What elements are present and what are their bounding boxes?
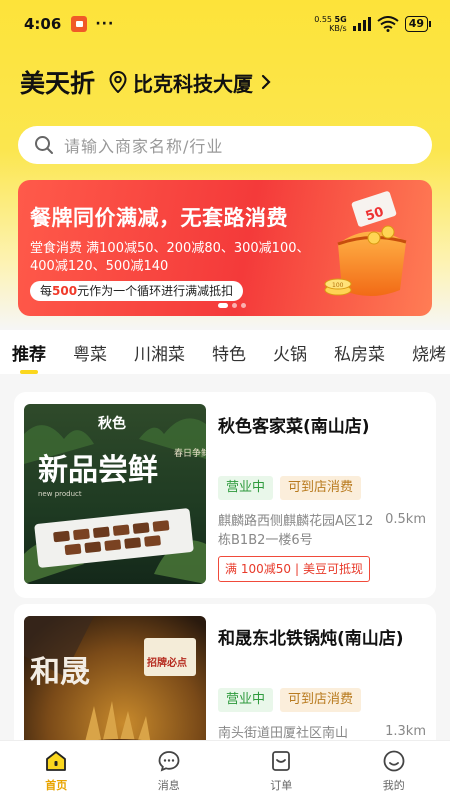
search-input[interactable]: 请输入商家名称/行业 xyxy=(64,133,223,157)
message-icon xyxy=(158,751,180,772)
location-pin-icon xyxy=(109,71,127,93)
banner-title: 餐牌同价满减，无套路消费 xyxy=(30,206,288,230)
banner-offer-text-2: 400减120、500减140 xyxy=(30,259,169,274)
promo-separator: | xyxy=(295,562,300,576)
image-brand-text: 秋色 xyxy=(98,415,126,432)
pill-number: 500 xyxy=(52,284,78,298)
shop-address: 麒麟路西侧麒麟花园A区12栋B1B2一楼6号 xyxy=(218,514,374,548)
tab-bbq[interactable]: 烧烤 xyxy=(412,340,446,365)
order-icon xyxy=(272,751,291,771)
location-selector[interactable]: 比克科技大厦 xyxy=(109,68,271,97)
status-badge-open: 营业中 xyxy=(218,476,274,500)
app-header: 美天折 比克科技大厦 xyxy=(20,60,430,104)
image-brand-text: 和晟 xyxy=(30,655,90,690)
status-badge-open: 营业中 xyxy=(218,688,274,712)
tab-sichuan-hunan[interactable]: 川湘菜 xyxy=(134,340,185,365)
promo-beans: 美豆可抵现 xyxy=(303,562,364,576)
search-bar[interactable]: 请输入商家名称/行业 xyxy=(18,126,432,164)
banner-pill: 每500元作为一个循环进行满减抵扣 xyxy=(30,281,244,301)
net-speed-value: 0.55 xyxy=(314,15,332,24)
image-new-text: new product xyxy=(38,490,82,498)
shop-distance: 0.5km xyxy=(385,512,426,527)
profile-icon xyxy=(383,750,405,772)
image-headline-text: 新品尝鲜 xyxy=(38,453,158,488)
banner-offer-line-1: 堂食消费 满100减50、200减80、300减100、 xyxy=(30,237,310,256)
chevron-right-icon xyxy=(261,74,271,90)
more-notifications-indicator: ··· xyxy=(95,16,115,32)
net-speed-unit: KB/s xyxy=(329,24,347,33)
shop-distance: 1.3km xyxy=(385,724,426,739)
tab-private-kitchen[interactable]: 私房菜 xyxy=(334,340,385,365)
wifi-icon xyxy=(377,16,399,32)
nav-home[interactable]: 首页 xyxy=(0,741,113,800)
shop-name: 和晟东北铁锅炖(南山店) xyxy=(218,629,404,649)
promo-banner[interactable]: 餐牌同价满减，无套路消费 堂食消费 满100减50、200减80、300减100… xyxy=(18,180,432,316)
network-speed: 0.55 5G KB/s xyxy=(314,15,347,33)
shop-name: 秋色客家菜(南山店) xyxy=(218,417,370,437)
nav-profile-label: 我的 xyxy=(382,779,405,792)
status-bar: 4:06 ··· 0.55 5G KB/s 49 xyxy=(0,0,450,48)
banner-pagination xyxy=(218,303,246,308)
shop-image: 秋色 新品尝鲜 春日争鲜 new product xyxy=(24,404,206,584)
pill-prefix: 每 xyxy=(40,284,53,298)
shop-photo: 秋色 新品尝鲜 春日争鲜 new product xyxy=(24,404,206,584)
home-icon xyxy=(46,751,67,771)
dine-in-badge: 可到店消费 xyxy=(280,688,362,712)
dine-in-badge: 可到店消费 xyxy=(280,476,362,500)
image-sub-text: 春日争鲜 xyxy=(174,447,206,459)
nav-orders[interactable]: 订单 xyxy=(225,741,338,800)
tab-specialty[interactable]: 特色 xyxy=(212,340,246,365)
screen-record-icon xyxy=(71,16,88,32)
nav-profile[interactable]: 我的 xyxy=(338,741,450,800)
banner-offer-text-1: 满100减50、200减80、300减100、 xyxy=(86,241,310,256)
signal-icon xyxy=(352,17,371,31)
bottom-nav: 首页 消息 订单 我的 xyxy=(0,740,450,800)
nav-home-label: 首页 xyxy=(45,779,68,792)
tab-recommend[interactable]: 推荐 xyxy=(12,340,46,365)
status-time: 4:06 xyxy=(24,15,62,33)
app-title: 美天折 xyxy=(20,69,96,98)
tab-hotpot[interactable]: 火锅 xyxy=(273,340,307,365)
coin-value-2: 100 xyxy=(332,282,344,289)
banner-label: 堂食消费 xyxy=(30,241,83,256)
location-name: 比克科技大厦 xyxy=(133,71,254,96)
network-type: 5G xyxy=(334,15,347,24)
search-icon xyxy=(35,136,53,154)
image-badge-text: 招牌必点 xyxy=(147,656,187,669)
shop-card[interactable]: 秋色 新品尝鲜 春日争鲜 new product 秋色客家菜(南山店) 营业中 … xyxy=(14,392,436,598)
pill-suffix: 元作为一个循环进行满减抵扣 xyxy=(77,284,234,298)
tab-cantonese[interactable]: 粤菜 xyxy=(73,340,107,365)
category-tabs: 推荐 粤菜 川湘菜 特色 火锅 私房菜 烧烤 xyxy=(0,330,450,374)
money-bag-illustration: 50 100 xyxy=(324,191,407,296)
nav-messages-label: 消息 xyxy=(157,779,180,792)
nav-messages[interactable]: 消息 xyxy=(113,741,226,800)
nav-orders-label: 订单 xyxy=(270,779,293,792)
battery-indicator: 49 xyxy=(404,16,432,32)
promo-discount: 满 100减50 xyxy=(225,562,291,576)
promo-tag: 满 100减50 | 美豆可抵现 xyxy=(218,556,371,582)
